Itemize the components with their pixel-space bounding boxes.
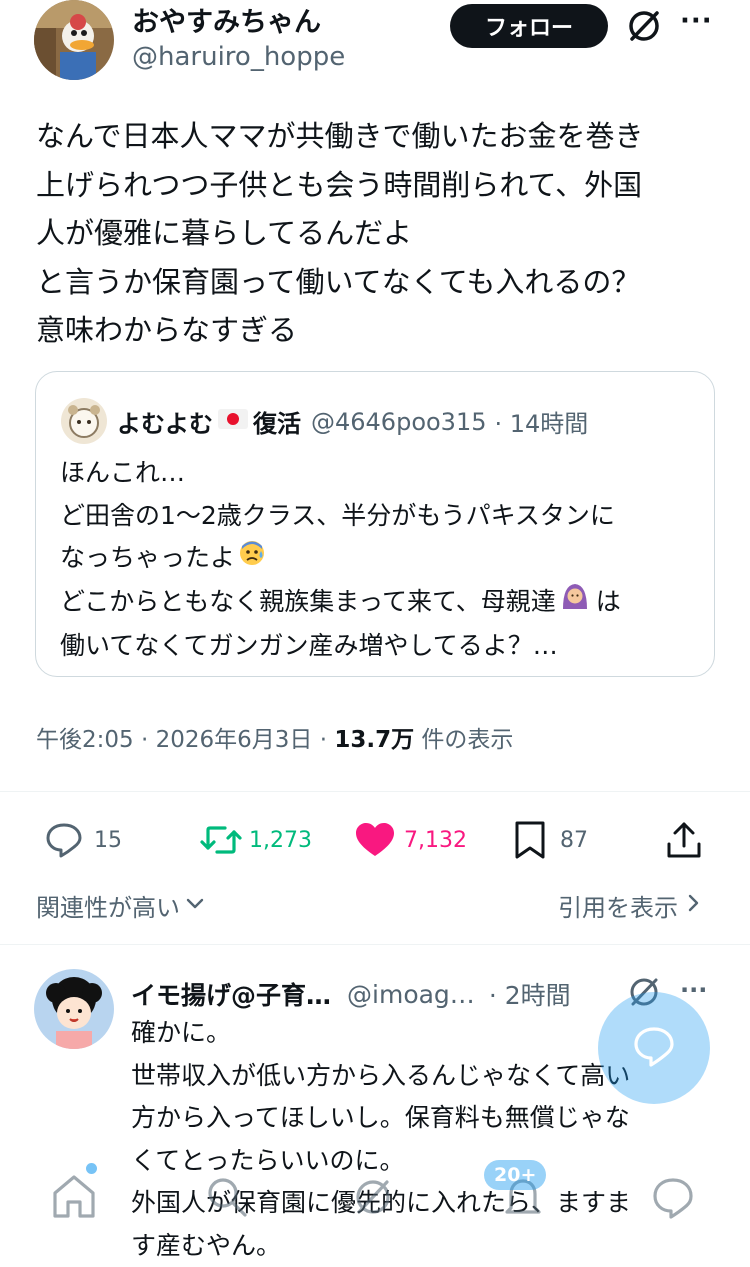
author-avatar[interactable]	[34, 0, 114, 80]
quoted-text-line: なっちゃったよ	[60, 537, 720, 581]
quoted-author-handle: @4646poo315	[311, 408, 487, 436]
reply-header: イモ揚げ@子育… @imoag… · 2時間	[131, 976, 571, 1012]
view-count[interactable]: 13.7万	[334, 727, 414, 753]
post-date: 2026年6月3日	[156, 727, 313, 753]
post-text-line: と言うか保育園って働いてなくても入れるの？	[36, 258, 726, 307]
quoted-text-line: 働いてなくてガンガン産み増やしてるよ？…	[60, 625, 720, 668]
post-text: なんで日本人ママが共働きで働いたお金を巻き 上げられつつ子供とも会う時間削られて…	[36, 112, 726, 355]
compose-reply-button[interactable]	[598, 992, 710, 1104]
quoted-text-line: ほんこれ…	[60, 452, 720, 495]
reply-text-line: 方から入ってほしいし。保育料も無償じゃな	[131, 1097, 731, 1140]
divider	[0, 944, 750, 945]
tab-search[interactable]	[200, 1170, 254, 1224]
quoted-author-name: よむよむ	[117, 404, 213, 439]
grok-tab-icon	[346, 1170, 400, 1224]
tab-messages[interactable]	[646, 1170, 700, 1224]
author-handle[interactable]: @haruiro_hoppe	[132, 42, 345, 72]
retweet-count: 1,273	[249, 828, 312, 853]
reply-icon	[44, 820, 84, 860]
grok-icon[interactable]	[624, 6, 664, 46]
woman-with-headscarf-emoji-icon	[560, 581, 590, 625]
quoted-author-suffix: 復活	[253, 404, 301, 439]
meta-separator: ·	[320, 727, 327, 753]
retweet-action[interactable]: 1,273	[199, 818, 312, 862]
reply-time: · 2時間	[489, 976, 571, 1012]
reply-text-line: す産むやん。	[131, 1225, 731, 1267]
view-quotes-link[interactable]: 引用を表示	[558, 888, 704, 923]
quoted-text-segment: は	[596, 587, 621, 616]
divider	[0, 791, 750, 792]
tab-home[interactable]	[46, 1168, 102, 1224]
post-text-line: なんで日本人ママが共働きで働いたお金を巻き	[36, 112, 726, 161]
reply-count: 15	[94, 828, 122, 853]
meta-separator: ·	[141, 727, 148, 753]
post-text-line: 人が優雅に暮らしてるんだよ	[36, 209, 726, 258]
view-quotes-label: 引用を表示	[558, 888, 678, 923]
more-options-icon[interactable]: ···	[680, 6, 713, 36]
reply-action[interactable]: 15	[44, 818, 122, 862]
quoted-text-line: ど田舎の1〜2歳クラス、半分がもうパキスタンに	[60, 495, 720, 538]
sort-dropdown[interactable]: 関連性が高い	[36, 888, 206, 923]
messages-icon	[646, 1170, 700, 1224]
author-name[interactable]: おやすみちゃん	[132, 0, 321, 39]
view-count-label: 件の表示	[421, 727, 513, 753]
home-icon	[46, 1168, 102, 1224]
quoted-text-segment: なっちゃったよ	[60, 543, 235, 572]
retweet-icon	[199, 820, 243, 860]
home-unread-dot	[86, 1163, 97, 1174]
bookmark-action[interactable]: 87	[512, 818, 588, 862]
quoted-author-row: よむよむ 復活 @4646poo315 · 14時間	[117, 404, 588, 439]
quoted-text-segment: どこからともなく親族集まって来て、母親達	[60, 587, 556, 616]
quoted-author-avatar	[61, 398, 107, 444]
bookmark-icon	[512, 819, 548, 861]
post-text-line: 上げられつつ子供とも会う時間削られて、外国	[36, 161, 726, 210]
bookmark-count: 87	[560, 828, 588, 853]
notification-badge: 20+	[484, 1160, 546, 1190]
like-count: 7,132	[404, 828, 467, 853]
reply-author-avatar[interactable]	[34, 969, 114, 1049]
liked-heart-icon	[354, 820, 396, 860]
reply-author-handle[interactable]: @imoag…	[347, 980, 475, 1009]
like-action[interactable]: 7,132	[354, 818, 467, 862]
post-time: 午後2:05	[36, 727, 134, 753]
quoted-post-text: ほんこれ… ど田舎の1〜2歳クラス、半分がもうパキスタンに なっちゃったよ どこ…	[60, 452, 720, 667]
chevron-down-icon	[184, 892, 206, 920]
reply-author-name[interactable]: イモ揚げ@子育…	[131, 976, 331, 1012]
tab-grok[interactable]	[346, 1170, 400, 1224]
quoted-text-line: どこからともなく親族集まって来て、母親達 は	[60, 581, 720, 625]
follow-button[interactable]: フォロー	[450, 4, 608, 48]
share-action[interactable]	[664, 818, 704, 862]
share-icon	[664, 820, 704, 860]
anxious-face-emoji-icon	[237, 537, 267, 581]
chevron-right-icon	[682, 892, 704, 920]
compose-bubble-icon	[630, 1022, 678, 1074]
quoted-post-time: · 14時間	[495, 404, 589, 439]
japan-flag-icon	[217, 407, 249, 437]
search-icon	[200, 1170, 254, 1224]
post-text-line: 意味わからなすぎる	[36, 306, 726, 355]
sort-label: 関連性が高い	[36, 888, 180, 923]
post-meta: 午後2:05 · 2026年6月3日 · 13.7万 件の表示	[36, 720, 513, 754]
